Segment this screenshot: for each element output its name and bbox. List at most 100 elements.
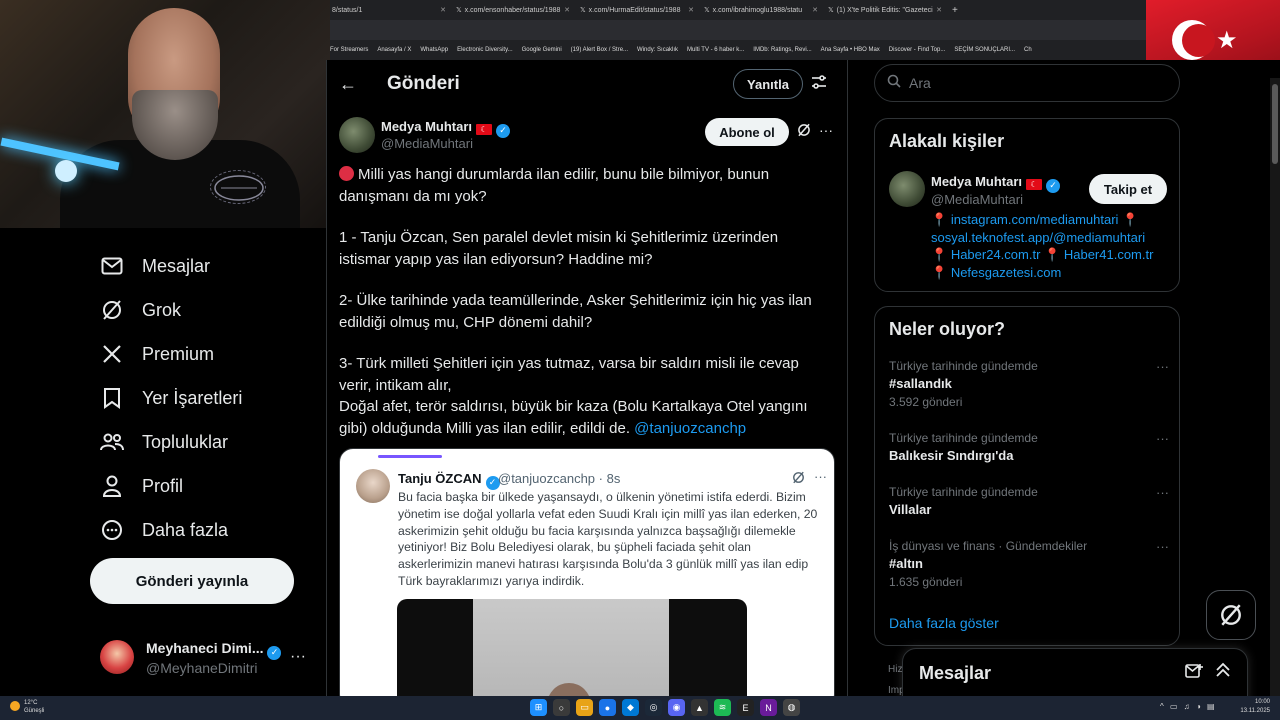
browser-tab[interactable]: 𝕏x.com/ibrahimoglu1988/statu ✕: [704, 6, 822, 15]
scrollbar-thumb[interactable]: [1272, 84, 1278, 164]
bio-link[interactable]: instagram.com/mediamuhtari: [951, 212, 1119, 227]
shirt-logo: [210, 170, 266, 204]
bookmark-item[interactable]: Google Gemini: [522, 47, 562, 53]
reply-button[interactable]: Yanıtla: [733, 69, 803, 99]
search-icon[interactable]: ○: [553, 699, 570, 716]
bio-link[interactable]: Haber24.com.tr: [951, 247, 1041, 262]
nav-item-messages[interactable]: Mesajlar: [100, 254, 210, 278]
bookmark-item[interactable]: WhatsApp: [420, 47, 448, 53]
close-tab-icon[interactable]: ✕: [440, 6, 450, 14]
close-tab-icon[interactable]: ✕: [564, 6, 574, 14]
app-icon[interactable]: ◆: [622, 699, 639, 716]
quote-author-handle: @tanjuozcanchp · 8s: [498, 471, 621, 486]
mention-link[interactable]: @tanjuozcanchp: [634, 420, 746, 437]
trend-item[interactable]: Türkiye tarihinde gündemde Villalar ···: [889, 485, 1169, 517]
pin-icon: 📍: [931, 212, 948, 227]
bookmark-item[interactable]: Ch: [1024, 47, 1032, 53]
bookmark-item[interactable]: Electronic Diversity...: [457, 47, 513, 53]
messages-drawer[interactable]: Mesajlar: [902, 648, 1248, 696]
bookmark-item[interactable]: (19) Alert Box / Stre...: [571, 47, 628, 53]
related-people-card: Alakalı kişiler Medya Muhtarı ☾ ✓ @MediaMu…: [874, 118, 1180, 292]
x-favicon-icon: 𝕏: [704, 7, 710, 14]
show-more-link[interactable]: Daha fazla göster: [889, 615, 999, 631]
search-input[interactable]: [909, 73, 1169, 93]
trend-item[interactable]: Türkiye tarihinde gündemde Balıkesir Sın…: [889, 431, 1169, 463]
bookmark-item[interactable]: Windy: Sıcaklık: [637, 47, 678, 53]
new-message-icon[interactable]: [1185, 663, 1203, 684]
browser-tab[interactable]: 8/status/1 ✕: [332, 6, 450, 15]
search-box[interactable]: [874, 64, 1180, 102]
settings-sliders-icon[interactable]: [811, 74, 827, 95]
more-options-icon[interactable]: ···: [1156, 485, 1169, 500]
steam-icon[interactable]: ◎: [645, 699, 662, 716]
related-handle[interactable]: @MediaMuhtari: [931, 192, 1023, 207]
author-name[interactable]: Medya Muhtarı ☾ ✓: [381, 119, 511, 138]
bookmark-item[interactable]: IMDb: Ratings, Revi...: [753, 47, 811, 53]
windows-taskbar: 12°C Güneşli ⊞ ○ ▭ ● ◆ ◎ ◉ ▲ ≋ E N ◍ ^ ▭…: [0, 696, 1280, 720]
trend-item[interactable]: Türkiye tarihinde gündemde #sallandık 3.…: [889, 359, 1169, 409]
grok-floating-button[interactable]: [1206, 590, 1256, 640]
nav-item-more[interactable]: Daha fazla: [100, 518, 228, 542]
obs-icon[interactable]: ◍: [783, 699, 800, 716]
browser-tab-active[interactable]: 𝕏 (1) X'te Politik Editis: "Gazeteci ✕: [828, 6, 946, 15]
more-options-icon[interactable]: ···: [1156, 431, 1169, 446]
chevron-up-double-icon[interactable]: [1215, 662, 1231, 683]
turkey-flag-icon: ☾: [1026, 179, 1043, 190]
bookmark-item[interactable]: Ana Sayfa • HBO Max: [821, 47, 880, 53]
back-arrow-icon[interactable]: ←: [339, 74, 357, 95]
bookmark-item[interactable]: Discover - Find Top...: [889, 47, 946, 53]
system-tray-icons[interactable]: ^ ▭ ♫ ◑ ▤: [1160, 702, 1217, 711]
bio-link[interactable]: sosyal.teknofest.app/@mediamuhtari: [931, 230, 1145, 245]
close-tab-icon[interactable]: ✕: [688, 6, 698, 14]
bookmark-icon: [100, 386, 124, 410]
weather-widget[interactable]: 12°C Güneşli: [10, 699, 44, 715]
nav-item-grok[interactable]: Grok: [100, 298, 181, 322]
browser-tab[interactable]: 𝕏x.com/ensonhaber/status/1988 ✕: [456, 6, 574, 15]
bookmark-item[interactable]: SEÇİM SONUÇLARI...: [954, 47, 1015, 53]
app-icon[interactable]: ▲: [691, 699, 708, 716]
nav-item-bookmarks[interactable]: Yer İşaretleri: [100, 386, 242, 410]
more-options-icon[interactable]: ···: [819, 122, 833, 138]
spotify-icon[interactable]: ≋: [714, 699, 731, 716]
close-tab-icon[interactable]: ✕: [936, 6, 946, 14]
bookmark-item[interactable]: Anasayfa / X: [377, 47, 411, 53]
bio-link[interactable]: Nefesgazetesi.com: [951, 265, 1062, 280]
close-tab-icon[interactable]: ✕: [812, 6, 822, 14]
author-handle[interactable]: @MediaMuhtari: [381, 136, 473, 151]
windows-start-icon[interactable]: ⊞: [530, 699, 547, 716]
more-options-icon[interactable]: ···: [290, 648, 306, 666]
grok-icon[interactable]: [797, 123, 811, 140]
browser-tab[interactable]: 𝕏x.com/HurmaEdit/status/1988 ✕: [580, 6, 698, 15]
bio-link[interactable]: Haber41.com.tr: [1064, 247, 1154, 262]
bookmark-item[interactable]: For Streamers: [330, 47, 368, 53]
post-button[interactable]: Gönderi yayınla: [90, 558, 294, 604]
red-circle-icon: [339, 166, 354, 181]
bookmark-item[interactable]: Multi TV - 6 haber k...: [687, 47, 744, 53]
subscribe-button[interactable]: Abone ol: [705, 118, 789, 146]
discord-icon[interactable]: ◉: [668, 699, 685, 716]
chrome-icon[interactable]: ●: [599, 699, 616, 716]
pin-icon: 📍: [931, 264, 948, 280]
grok-icon[interactable]: [792, 471, 805, 487]
more-options-icon[interactable]: ···: [814, 469, 827, 484]
clock[interactable]: 10:00 13.11.2025: [1238, 698, 1270, 716]
page-scrollbar[interactable]: [1270, 78, 1280, 696]
epic-games-icon[interactable]: E: [737, 699, 754, 716]
nav-item-premium[interactable]: Premium: [100, 342, 214, 366]
quoted-post[interactable]: Tanju ÖZCAN ✓ @tanjuozcanchp · 8s ··· Bu …: [339, 448, 835, 696]
nav-item-communities[interactable]: Topluluklar: [100, 430, 228, 454]
avatar[interactable]: [889, 171, 925, 207]
quote-image[interactable]: [397, 599, 747, 696]
follow-button[interactable]: Takip et: [1089, 174, 1167, 204]
more-options-icon[interactable]: ···: [1156, 539, 1169, 554]
file-explorer-icon[interactable]: ▭: [576, 699, 593, 716]
account-switcher[interactable]: Meyhaneci Dimi... ✓ @MeyhaneDimitri ···: [100, 632, 320, 682]
new-tab-button[interactable]: +: [952, 5, 958, 16]
more-options-icon[interactable]: ···: [1156, 359, 1169, 374]
right-sidebar: Alakalı kişiler Medya Muhtarı☾✓ @MediaMu…: [848, 60, 1280, 696]
nav-item-profile[interactable]: Profil: [100, 474, 183, 498]
author-avatar[interactable]: [339, 117, 375, 153]
app-icon[interactable]: N: [760, 699, 777, 716]
trend-item[interactable]: İş dünyası ve finans · Gündemdekiler #al…: [889, 539, 1169, 589]
quote-accent-bar: [378, 455, 442, 458]
